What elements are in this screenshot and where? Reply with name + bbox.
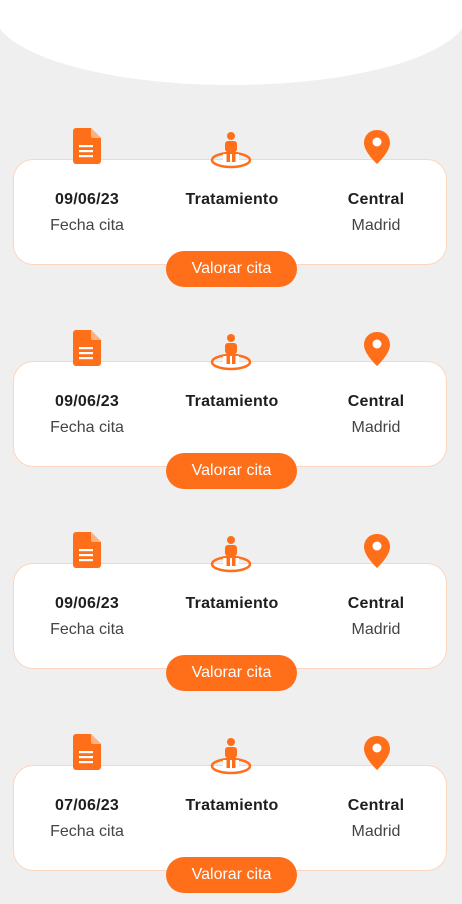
treatment-column: Tratamiento <box>162 191 302 209</box>
document-icon <box>73 330 101 366</box>
center-name: Central <box>347 595 405 612</box>
treatment-type: Tratamiento <box>185 595 279 612</box>
city-name: Madrid <box>351 823 401 840</box>
document-icon <box>73 734 101 770</box>
person-icon <box>210 334 252 371</box>
center-name: Central <box>347 393 405 410</box>
treatment-type: Tratamiento <box>185 797 279 814</box>
treatment-column: Tratamiento <box>162 797 302 815</box>
treatment-type: Tratamiento <box>185 393 279 410</box>
appointment-item: 09/06/23 Fecha cita Tratamiento Central … <box>0 532 462 702</box>
person-icon <box>210 132 252 169</box>
appointment-date: 09/06/23 <box>55 191 119 208</box>
appointment-list: 09/06/23 Fecha cita Tratamiento Central … <box>0 0 462 900</box>
treatment-column: Tratamiento <box>162 595 302 613</box>
document-icon <box>73 128 101 164</box>
date-label: Fecha cita <box>50 621 124 638</box>
date-label: Fecha cita <box>50 217 124 234</box>
location-pin-icon <box>364 130 390 164</box>
rate-appointment-button[interactable]: Valorar cita <box>166 453 297 489</box>
location-pin-icon <box>364 332 390 366</box>
appointment-date: 09/06/23 <box>55 595 119 612</box>
date-column: 09/06/23 Fecha cita <box>17 191 157 235</box>
date-label: Fecha cita <box>50 419 124 436</box>
location-column: Central Madrid <box>306 191 446 235</box>
rate-appointment-button[interactable]: Valorar cita <box>166 251 297 287</box>
appointment-date: 09/06/23 <box>55 393 119 410</box>
appointment-item: 09/06/23 Fecha cita Tratamiento Central … <box>0 330 462 500</box>
rate-appointment-button[interactable]: Valorar cita <box>166 857 297 893</box>
appointment-item: 09/06/23 Fecha cita Tratamiento Central … <box>0 128 462 298</box>
document-icon <box>73 532 101 568</box>
rate-appointment-button[interactable]: Valorar cita <box>166 655 297 691</box>
date-label: Fecha cita <box>50 823 124 840</box>
location-column: Central Madrid <box>306 393 446 437</box>
location-column: Central Madrid <box>306 595 446 639</box>
city-name: Madrid <box>351 217 401 234</box>
treatment-type: Tratamiento <box>185 191 279 208</box>
center-name: Central <box>347 191 405 208</box>
person-icon <box>210 536 252 573</box>
treatment-column: Tratamiento <box>162 393 302 411</box>
date-column: 09/06/23 Fecha cita <box>17 393 157 437</box>
location-column: Central Madrid <box>306 797 446 841</box>
person-icon <box>210 738 252 775</box>
location-pin-icon <box>364 534 390 568</box>
city-name: Madrid <box>351 419 401 436</box>
location-pin-icon <box>364 736 390 770</box>
city-name: Madrid <box>351 621 401 638</box>
center-name: Central <box>347 797 405 814</box>
date-column: 09/06/23 Fecha cita <box>17 595 157 639</box>
date-column: 07/06/23 Fecha cita <box>17 797 157 841</box>
appointment-item: 07/06/23 Fecha cita Tratamiento Central … <box>0 734 462 904</box>
appointment-date: 07/06/23 <box>55 797 119 814</box>
